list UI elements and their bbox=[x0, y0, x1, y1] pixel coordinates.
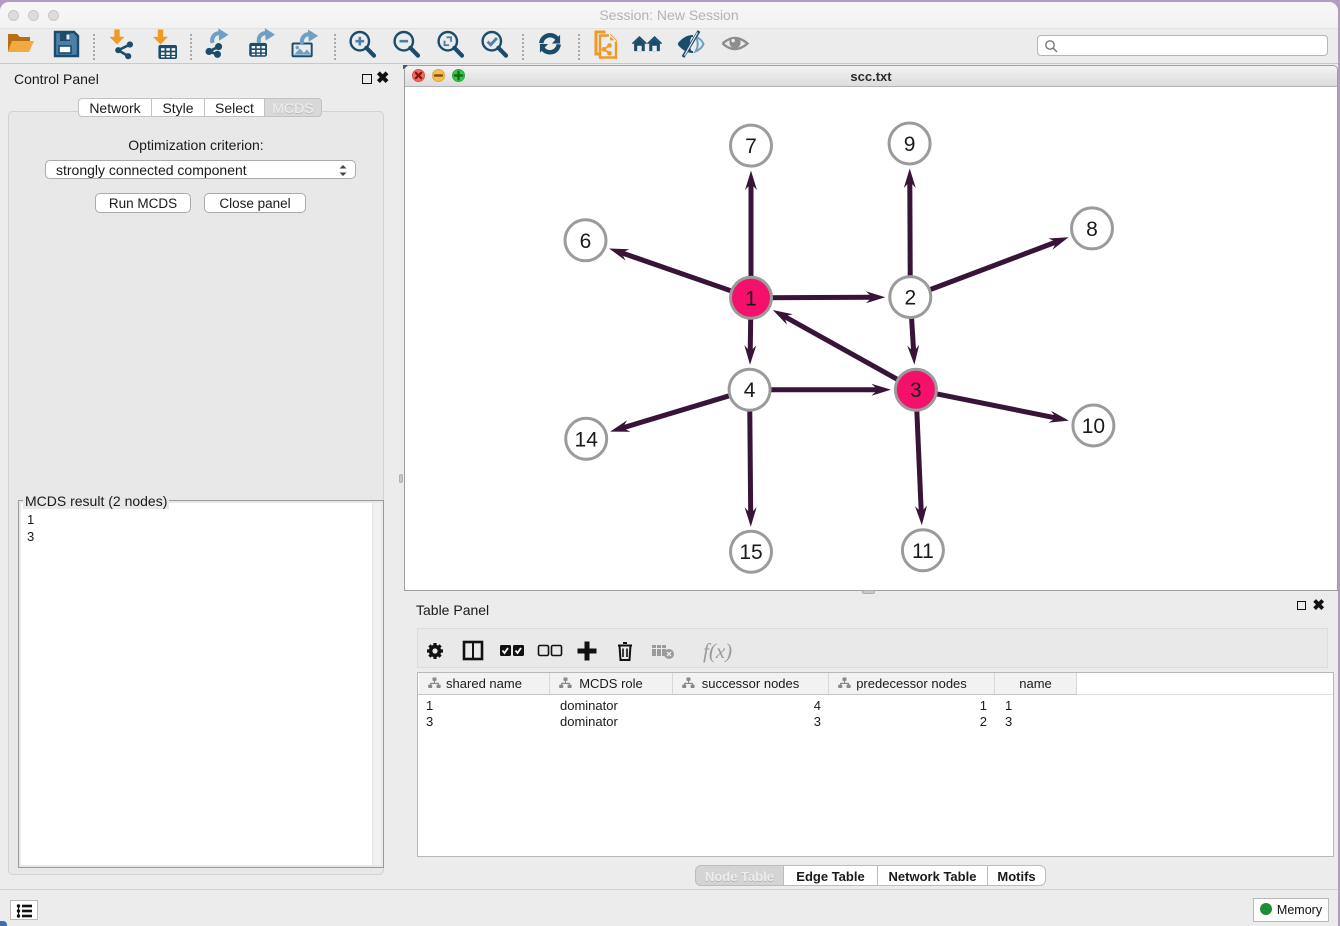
svg-text:15: 15 bbox=[739, 541, 762, 564]
svg-text:4: 4 bbox=[744, 379, 756, 402]
svg-text:7: 7 bbox=[745, 135, 757, 158]
svg-text:9: 9 bbox=[904, 133, 916, 156]
svg-text:10: 10 bbox=[1082, 415, 1105, 438]
svg-text:6: 6 bbox=[580, 230, 592, 253]
svg-text:14: 14 bbox=[575, 428, 599, 451]
svg-text:2: 2 bbox=[904, 287, 916, 310]
svg-text:3: 3 bbox=[910, 379, 922, 402]
svg-text:8: 8 bbox=[1086, 218, 1098, 241]
svg-text:11: 11 bbox=[912, 540, 934, 563]
svg-text:1: 1 bbox=[745, 287, 757, 310]
